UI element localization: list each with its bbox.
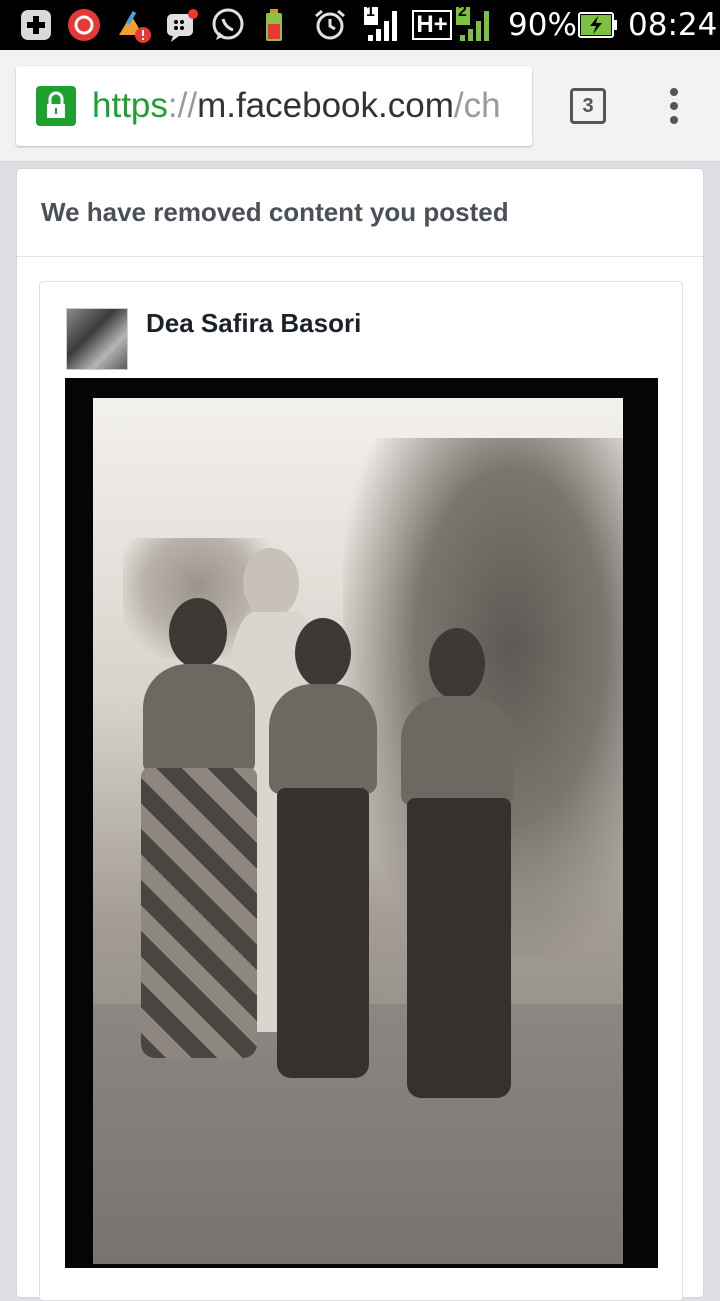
- battery-app-icon: [262, 7, 286, 43]
- notice-header: We have removed content you posted: [17, 169, 703, 257]
- network-type-icon: H+: [410, 7, 454, 43]
- photo-woman-right: [393, 628, 523, 1108]
- signal-icon: 1: [364, 3, 404, 43]
- url-host: m.facebook.com: [197, 86, 454, 125]
- author-avatar[interactable]: [66, 308, 128, 370]
- alarm-icon: [312, 7, 348, 43]
- status-bar: 1 H+ 2 90% 08:24: [0, 0, 720, 50]
- add-icon: [18, 7, 54, 43]
- whatsapp-icon: [210, 7, 246, 43]
- url-scheme: https: [92, 86, 168, 125]
- battery-charging-icon: [578, 7, 618, 43]
- sim1-label: 1: [366, 3, 375, 20]
- network-type-label: H+: [412, 10, 452, 40]
- notice-title: We have removed content you posted: [41, 197, 509, 227]
- photo-print: [93, 398, 623, 1264]
- photo-woman-left: [133, 598, 263, 1078]
- clock: 08:24: [628, 7, 718, 43]
- removed-post: Dea Safira Basori: [39, 281, 683, 1301]
- battery-percent: 90%: [508, 7, 577, 43]
- url-separator: ://: [167, 86, 198, 125]
- bbm-icon: [164, 7, 200, 43]
- address-bar[interactable]: https://m.facebook.com/ch: [16, 66, 532, 146]
- lock-icon[interactable]: [36, 86, 76, 126]
- photo-woman-middle: [263, 618, 383, 1088]
- signal2-icon: 2: [456, 3, 496, 43]
- url-path: /ch: [453, 86, 501, 125]
- cleaner-alert-icon: [114, 7, 154, 43]
- post-photo[interactable]: [65, 378, 658, 1268]
- post-author[interactable]: Dea Safira Basori: [146, 308, 361, 339]
- tab-switcher-button[interactable]: 3: [570, 88, 606, 124]
- notice-card: We have removed content you posted Dea S…: [16, 168, 704, 1301]
- url-text[interactable]: https://m.facebook.com/ch: [92, 84, 501, 128]
- browser-toolbar: https://m.facebook.com/ch 3: [0, 50, 720, 162]
- overflow-menu-icon[interactable]: [660, 86, 688, 126]
- sync-icon: [66, 7, 102, 43]
- sim2-label: 2: [458, 3, 467, 20]
